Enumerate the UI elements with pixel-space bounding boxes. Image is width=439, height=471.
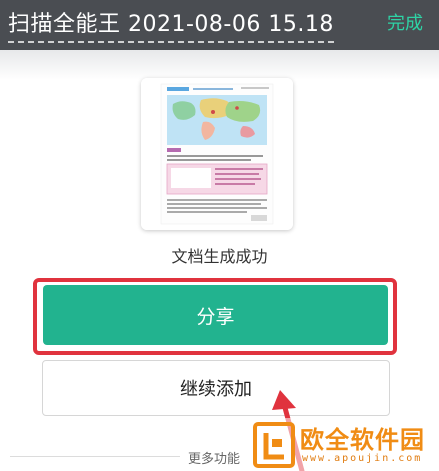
done-button[interactable]: 完成 [387, 9, 423, 35]
document-thumbnail[interactable] [141, 78, 293, 230]
header-shadow [0, 50, 439, 80]
scanned-page-preview [141, 78, 293, 230]
generation-status: 文档生成成功 [171, 247, 268, 266]
document-title[interactable]: 扫描全能王 2021-08-06 15.18 [8, 6, 334, 43]
top-bar: 扫描全能王 2021-08-06 15.18 完成 [0, 0, 439, 50]
watermark-name: 欧全软件园 [300, 426, 425, 454]
share-button[interactable]: 分享 [43, 285, 388, 345]
continue-add-button[interactable]: 继续添加 [42, 360, 390, 416]
more-functions-label[interactable]: 更多功能 [188, 448, 240, 467]
divider-left [10, 456, 180, 457]
watermark-logo-icon [253, 422, 295, 468]
watermark-url: www.apoujin.com [302, 453, 423, 464]
site-watermark: 欧全软件园 www.apoujin.com [250, 418, 439, 471]
